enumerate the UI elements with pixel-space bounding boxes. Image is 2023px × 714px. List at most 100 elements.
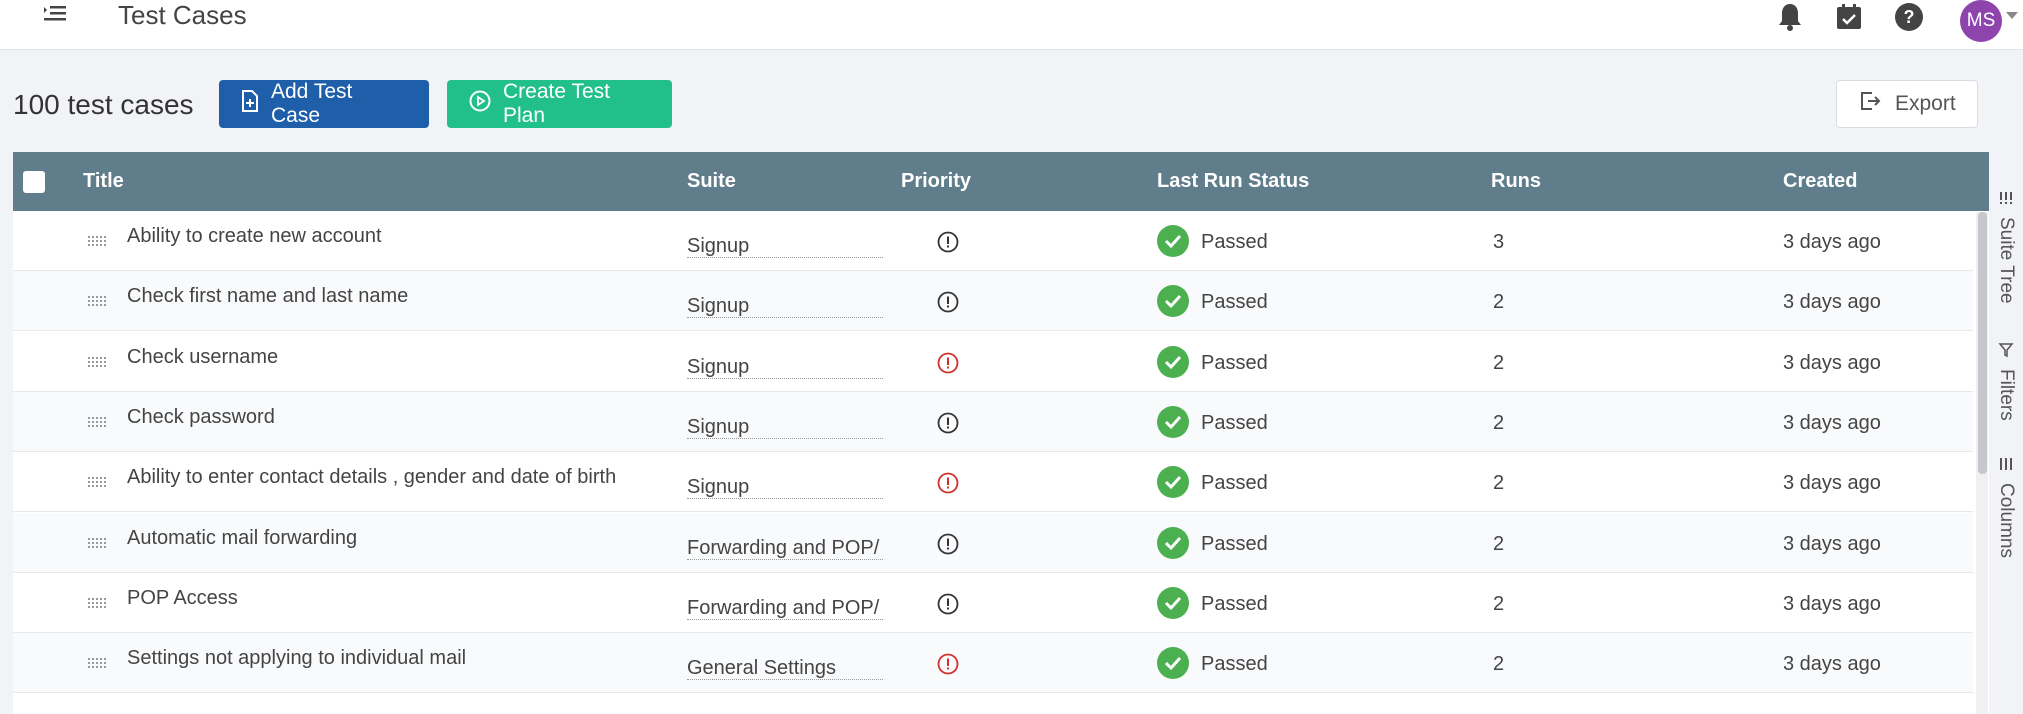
chevron-down-icon[interactable] bbox=[2006, 12, 2018, 19]
created-date: 3 days ago bbox=[1783, 472, 1881, 495]
filter-icon bbox=[1998, 342, 2014, 363]
columns-icon bbox=[1998, 456, 2014, 477]
test-case-title[interactable]: Check password bbox=[127, 406, 275, 429]
table-row[interactable]: POP Access Forwarding and POP/Passed 2 3 da… bbox=[13, 572, 1973, 633]
created-date: 3 days ago bbox=[1783, 231, 1881, 253]
table-header: Title Suite Priority Last Run Status Run… bbox=[13, 152, 1989, 211]
passed-check-icon bbox=[1157, 647, 1189, 680]
bell-icon[interactable] bbox=[1773, 0, 1807, 34]
drag-handle-icon[interactable] bbox=[88, 295, 106, 307]
created-date: 3 days ago bbox=[1783, 592, 1881, 615]
suite-link[interactable]: Signup bbox=[687, 295, 883, 319]
suite-tree-label: Suite Tree bbox=[1996, 217, 2017, 304]
priority-icon bbox=[937, 593, 959, 615]
runs-count: 2 bbox=[1493, 532, 1505, 555]
add-test-case-button[interactable]: Add Test Case bbox=[219, 80, 429, 128]
drag-handle-icon[interactable] bbox=[88, 416, 106, 428]
export-label: Export bbox=[1895, 92, 1956, 115]
suite-link[interactable]: General Settings bbox=[687, 657, 883, 681]
suite-link[interactable]: Signup bbox=[687, 235, 883, 258]
passed-check-icon bbox=[1157, 225, 1189, 257]
table-row[interactable]: Ability to enter contact details , gende… bbox=[13, 452, 1973, 513]
drag-handle-icon[interactable] bbox=[88, 597, 106, 609]
created-date: 3 days ago bbox=[1783, 532, 1881, 555]
passed-check-icon bbox=[1157, 285, 1189, 318]
suite-link[interactable]: Signup bbox=[687, 476, 883, 500]
drag-handle-icon[interactable] bbox=[88, 657, 106, 669]
priority-icon bbox=[937, 352, 959, 374]
priority-icon bbox=[937, 412, 959, 434]
side-panel: Suite Tree Filters Columns bbox=[1989, 152, 2023, 714]
columns-tab[interactable]: Columns bbox=[1989, 456, 2023, 558]
drag-handle-icon[interactable] bbox=[88, 476, 106, 488]
export-button[interactable]: Export bbox=[1836, 80, 1978, 128]
last-run-status: Passed bbox=[1201, 291, 1268, 314]
priority-icon bbox=[937, 653, 959, 675]
drag-handle-icon[interactable] bbox=[88, 235, 106, 247]
test-case-title[interactable]: POP Access bbox=[127, 587, 238, 610]
filters-tab[interactable]: Filters bbox=[1989, 342, 2023, 421]
created-date: 3 days ago bbox=[1783, 351, 1881, 374]
table-row[interactable]: Check username Signup Passed 2 3 days ago bbox=[13, 331, 1973, 392]
suite-tree-tab[interactable]: Suite Tree bbox=[1989, 190, 2023, 304]
created-date: 3 days ago bbox=[1783, 291, 1881, 314]
created-date: 3 days ago bbox=[1783, 653, 1881, 676]
user-avatar[interactable]: MS bbox=[1960, 0, 2002, 42]
test-case-title[interactable]: Ability to enter contact details , gende… bbox=[127, 466, 616, 489]
last-run-status: Passed bbox=[1201, 411, 1268, 434]
table-row[interactable]: Settings not applying to individual mail… bbox=[13, 633, 1973, 694]
test-case-title[interactable]: Check username bbox=[127, 346, 278, 369]
column-header-suite[interactable]: Suite bbox=[687, 152, 736, 211]
menu-toggle-icon[interactable] bbox=[40, 2, 70, 28]
created-date: 3 days ago bbox=[1783, 411, 1881, 434]
last-run-status: Passed bbox=[1201, 592, 1268, 615]
drag-handle-icon[interactable] bbox=[88, 537, 106, 549]
suite-link[interactable]: Forwarding and POP/ bbox=[687, 537, 883, 560]
top-bar: Test Cases ? MS bbox=[0, 0, 2023, 50]
suite-link[interactable]: Signup bbox=[687, 416, 883, 439]
passed-check-icon bbox=[1157, 526, 1189, 559]
table-row[interactable]: Ability to create new account Signup Passe… bbox=[13, 211, 1973, 271]
columns-label: Columns bbox=[1996, 483, 2017, 558]
runs-count: 2 bbox=[1493, 653, 1505, 676]
last-run-status: Passed bbox=[1201, 231, 1268, 253]
svg-text:?: ? bbox=[1904, 7, 1915, 27]
calendar-check-icon[interactable] bbox=[1832, 0, 1866, 34]
test-case-title[interactable]: Check first name and last name bbox=[127, 285, 408, 308]
column-header-priority[interactable]: Priority bbox=[901, 152, 971, 211]
help-icon[interactable]: ? bbox=[1892, 0, 1926, 34]
priority-icon bbox=[937, 291, 959, 313]
runs-count: 2 bbox=[1493, 291, 1505, 314]
column-header-created[interactable]: Created bbox=[1783, 152, 1857, 211]
add-test-case-label: Add Test Case bbox=[271, 80, 353, 127]
passed-check-icon bbox=[1157, 345, 1189, 378]
suite-link[interactable]: Forwarding and POP/ bbox=[687, 597, 883, 620]
test-case-title[interactable]: Automatic mail forwarding bbox=[127, 527, 357, 550]
test-case-title[interactable]: Ability to create new account bbox=[127, 225, 382, 248]
export-icon bbox=[1859, 90, 1881, 118]
column-header-title[interactable]: Title bbox=[83, 152, 124, 211]
priority-icon bbox=[937, 472, 959, 494]
passed-check-icon bbox=[1157, 466, 1189, 499]
create-test-plan-button[interactable]: Create Test Plan bbox=[447, 80, 672, 128]
table-row[interactable]: Automatic mail forwarding Forwarding and … bbox=[13, 512, 1973, 573]
column-header-last-run-status[interactable]: Last Run Status bbox=[1157, 152, 1309, 211]
runs-count: 2 bbox=[1493, 351, 1505, 374]
test-cases-table: Title Suite Priority Last Run Status Run… bbox=[13, 152, 1989, 714]
test-case-count: 100 test cases bbox=[13, 89, 194, 120]
table-row[interactable]: Check first name and last name Signup Pass… bbox=[13, 271, 1973, 332]
play-circle-icon bbox=[469, 90, 491, 118]
last-run-status: Passed bbox=[1201, 472, 1268, 495]
runs-count: 2 bbox=[1493, 592, 1505, 615]
table-row[interactable]: Check password Signup Passed 2 3 days ago bbox=[13, 391, 1973, 452]
passed-check-icon bbox=[1157, 586, 1189, 619]
column-header-runs[interactable]: Runs bbox=[1491, 152, 1541, 211]
file-plus-icon bbox=[241, 90, 259, 118]
test-case-title[interactable]: Settings not applying to individual mail bbox=[127, 647, 466, 670]
last-run-status: Passed bbox=[1201, 351, 1268, 374]
priority-icon bbox=[937, 231, 959, 253]
suite-link[interactable]: Signup bbox=[687, 356, 883, 379]
select-all-checkbox[interactable] bbox=[23, 171, 45, 193]
table-scrollbar-thumb[interactable] bbox=[1978, 212, 1987, 474]
drag-handle-icon[interactable] bbox=[88, 356, 106, 368]
